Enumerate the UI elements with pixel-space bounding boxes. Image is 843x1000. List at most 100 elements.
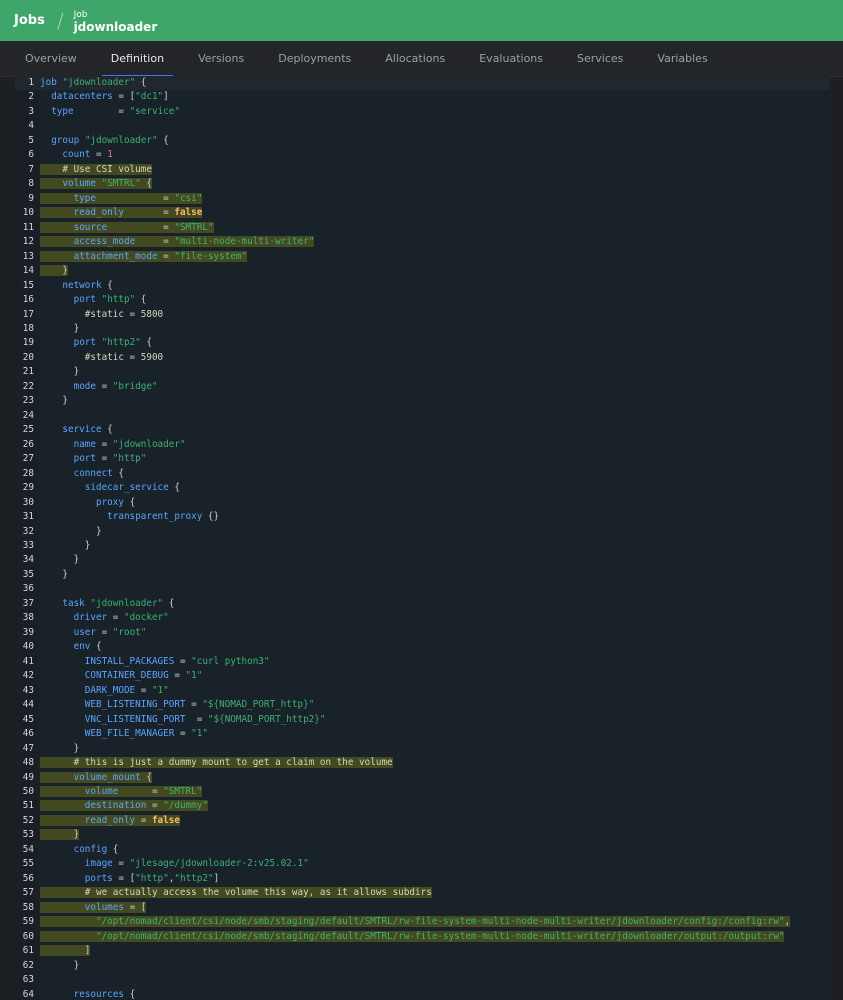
line-text: source = "SMTRL" (40, 221, 214, 233)
code-line[interactable]: 39 user = "root" (15, 626, 830, 640)
code-line[interactable]: 19 port "http2" { (15, 336, 830, 350)
line-number: 62 (22, 959, 34, 971)
code-line[interactable]: 4 (15, 119, 830, 133)
code-line[interactable]: 49 volume_mount { (15, 771, 830, 785)
code-line[interactable]: 62 } (15, 959, 830, 973)
code-line[interactable]: 30 proxy { (15, 496, 830, 510)
line-text: mode = "bridge" (73, 380, 158, 392)
code-line[interactable]: 61 ] (15, 944, 830, 958)
code-line[interactable]: 20 #static = 5900 (15, 351, 830, 365)
line-number: 61 (22, 945, 34, 957)
code-line[interactable]: 43 DARK_MODE = "1" (15, 684, 830, 698)
code-line[interactable]: 15 network { (15, 279, 830, 293)
line-number: 6 (28, 149, 34, 161)
code-line[interactable]: 46 WEB_FILE_MANAGER = "1" (15, 727, 830, 741)
code-line[interactable]: 16 port "http" { (15, 293, 830, 307)
code-line[interactable]: 36 (15, 582, 830, 596)
code-line[interactable]: 37 task "jdownloader" { (15, 597, 830, 611)
code-line[interactable]: 26 name = "jdownloader" (15, 438, 830, 452)
tab-allocations[interactable]: Allocations (368, 41, 462, 77)
code-line[interactable]: 52 read_only = false (15, 814, 830, 828)
code-line[interactable]: 31 transparent_proxy {} (15, 510, 830, 524)
line-text: } (40, 265, 68, 277)
tab-services[interactable]: Services (560, 41, 640, 77)
code-line[interactable]: 45 VNC_LISTENING_PORT = "${NOMAD_PORT_ht… (15, 713, 830, 727)
code-line[interactable]: 34 } (15, 553, 830, 567)
tab-versions[interactable]: Versions (181, 41, 261, 77)
code-line[interactable]: 25 service { (15, 423, 830, 437)
code-line[interactable]: 11 source = "SMTRL" (15, 221, 830, 235)
code-line[interactable]: 32 } (15, 525, 830, 539)
code-line[interactable]: 22 mode = "bridge" (15, 380, 830, 394)
tab-overview[interactable]: Overview (8, 41, 94, 77)
code-line[interactable]: 54 config { (15, 843, 830, 857)
code-line[interactable]: 2 datacenters = ["dc1"] (15, 90, 830, 104)
tab-deployments[interactable]: Deployments (261, 41, 368, 77)
line-text: # Use CSI volume (40, 163, 152, 175)
breadcrumb-jobs-link[interactable]: Jobs (14, 13, 45, 28)
code-line[interactable]: 55 image = "jlesage/jdownloader-2:v25.02… (15, 857, 830, 871)
code-line[interactable]: 3 type = "service" (15, 105, 830, 119)
line-number: 21 (22, 366, 34, 378)
code-line[interactable]: 21 } (15, 365, 830, 379)
code-line[interactable]: 41 INSTALL_PACKAGES = "curl python3" (15, 655, 830, 669)
code-line[interactable]: 1 job "jdownloader" { (15, 76, 830, 91)
code-line[interactable]: 12 access_mode = "multi-node-multi-write… (15, 235, 830, 249)
code-line[interactable]: 29 sidecar_service { (15, 481, 830, 495)
code-line[interactable]: 51 destination = "/dummy" (15, 799, 830, 813)
code-content[interactable]: 1 job "jdownloader" {2 datacenters = ["dc… (15, 76, 830, 1000)
line-number: 51 (22, 800, 34, 812)
code-line[interactable]: 59 "/opt/nomad/client/csi/node/smb/stagi… (15, 915, 830, 929)
line-text: name = "jdownloader" (73, 438, 186, 450)
code-line[interactable]: 53 } (15, 828, 830, 842)
code-line[interactable]: 23 } (15, 394, 830, 408)
line-text: port "http2" { (73, 337, 152, 349)
code-line[interactable]: 10 read_only = false (15, 206, 830, 220)
code-line[interactable]: 7 # Use CSI volume (15, 163, 830, 177)
line-number: 44 (22, 699, 34, 711)
code-line[interactable]: 48 # this is just a dummy mount to get a… (15, 756, 830, 770)
code-line[interactable]: 14 } (15, 264, 830, 278)
line-text: } (40, 568, 68, 580)
line-text: type = "service" (51, 105, 180, 117)
line-text: type = "csi" (40, 192, 203, 204)
code-line[interactable]: 6 count = 1 (15, 148, 830, 162)
code-line[interactable]: 24 (15, 409, 830, 423)
line-number: 10 (22, 207, 34, 219)
code-line[interactable]: 57 # we actually access the volume this … (15, 886, 830, 900)
code-line[interactable]: 44 WEB_LISTENING_PORT = "${NOMAD_PORT_ht… (15, 698, 830, 712)
line-text: read_only = false (40, 207, 203, 219)
line-number: 35 (22, 568, 34, 580)
code-line[interactable]: 42 CONTAINER_DEBUG = "1" (15, 669, 830, 683)
code-line[interactable]: 33 } (15, 539, 830, 553)
code-line[interactable]: 56 ports = ["http","http2"] (15, 872, 830, 886)
code-line[interactable]: 60 "/opt/nomad/client/csi/node/smb/stagi… (15, 930, 830, 944)
code-line[interactable]: 35 } (15, 568, 830, 582)
code-line[interactable]: 17 #static = 5800 (15, 308, 830, 322)
line-text: # this is just a dummy mount to get a cl… (40, 757, 393, 769)
code-line[interactable]: 50 volume = "SMTRL" (15, 785, 830, 799)
code-editor[interactable]: 1 job "jdownloader" {2 datacenters = ["dc… (15, 76, 830, 1000)
code-line[interactable]: 18 } (15, 322, 830, 336)
code-line[interactable]: 5 group "jdownloader" { (15, 134, 830, 148)
breadcrumb-job-name[interactable]: jdownloader (74, 21, 158, 33)
code-line[interactable]: 40 env { (15, 640, 830, 654)
code-line[interactable]: 58 volumes = [ (15, 901, 830, 915)
line-number: 36 (22, 583, 34, 595)
code-line[interactable]: 28 connect { (15, 467, 830, 481)
code-line[interactable]: 27 port = "http" (15, 452, 830, 466)
code-line[interactable]: 63 (15, 973, 830, 987)
tab-evaluations[interactable]: Evaluations (462, 41, 560, 77)
line-text: ports = ["http","http2"] (84, 872, 220, 884)
code-line[interactable]: 13 attachment_mode = "file-system" (15, 250, 830, 264)
code-line[interactable]: 8 volume "SMTRL" { (15, 177, 830, 191)
line-text: user = "root" (73, 626, 147, 638)
tab-definition[interactable]: Definition (94, 41, 181, 77)
tab-variables[interactable]: Variables (640, 41, 724, 77)
line-number: 54 (22, 843, 34, 855)
code-line[interactable]: 9 type = "csi" (15, 192, 830, 206)
code-line[interactable]: 64 resources { (15, 988, 830, 1000)
code-line[interactable]: 38 driver = "docker" (15, 611, 830, 625)
line-text: port "http" { (73, 294, 147, 306)
code-line[interactable]: 47 } (15, 742, 830, 756)
